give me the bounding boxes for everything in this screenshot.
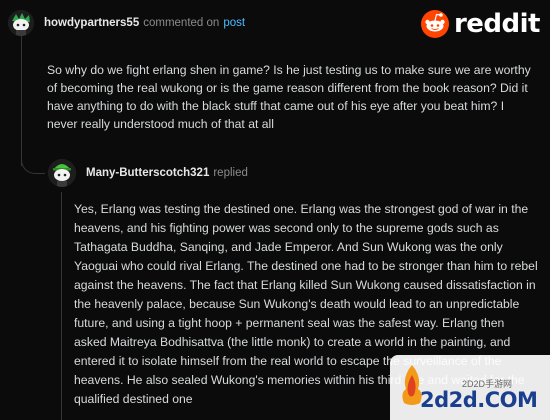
reply-author[interactable]: Many-Butterscotch321 bbox=[86, 167, 209, 179]
snoo-avatar-icon bbox=[8, 10, 34, 36]
thread-line[interactable] bbox=[21, 36, 22, 166]
thread-connector bbox=[21, 150, 45, 174]
reply-avatar[interactable] bbox=[48, 159, 76, 187]
user-avatar[interactable] bbox=[8, 10, 34, 36]
reply-thread-line[interactable] bbox=[61, 192, 62, 420]
site-watermark: 2D2D手游网 2d2d.COM bbox=[390, 355, 550, 420]
post-link[interactable]: post bbox=[223, 17, 245, 29]
watermark-domain: 2d2d.COM bbox=[420, 388, 538, 412]
snoo-avatar-hat-icon bbox=[48, 159, 76, 187]
comment-header: howdypartners55 commented on post bbox=[8, 10, 245, 36]
comment-action: commented on bbox=[143, 17, 220, 29]
reddit-snoo-icon bbox=[420, 10, 449, 38]
reply-action: replied bbox=[213, 167, 248, 179]
reddit-logo: reddit bbox=[420, 9, 541, 39]
reddit-wordmark: reddit bbox=[453, 9, 541, 39]
reply-header: Many-Butterscotch321 replied bbox=[48, 158, 248, 188]
comment-body: So why do we fight erlang shen in game? … bbox=[47, 63, 531, 131]
comment-author[interactable]: howdypartners55 bbox=[44, 17, 139, 29]
screenshot-frame: howdypartners55 commented on post reddit… bbox=[0, 0, 550, 420]
